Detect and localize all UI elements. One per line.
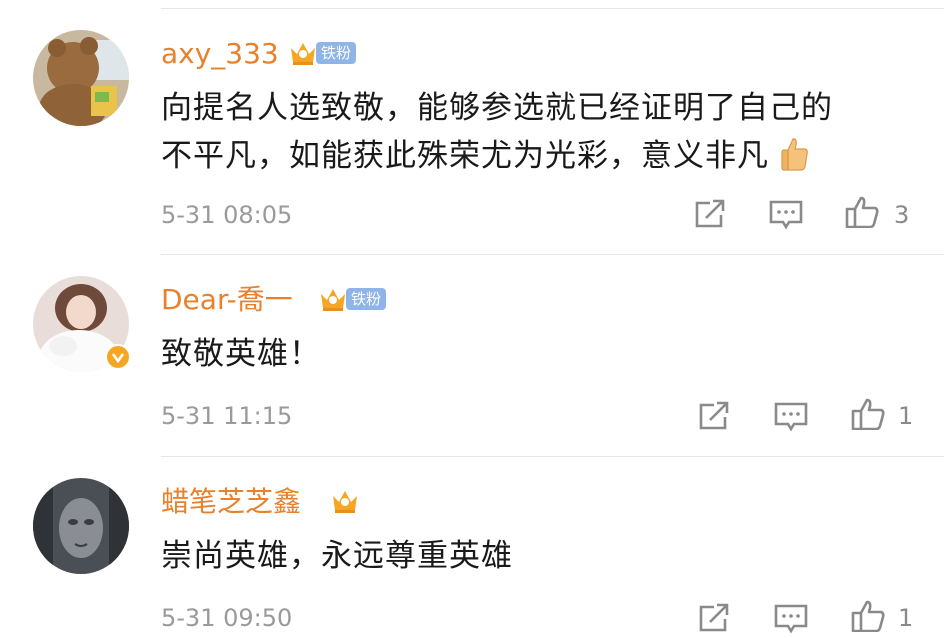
comment-time: 5-31 08:05 (161, 201, 293, 229)
like-count: 1 (898, 402, 914, 430)
badge-group: 铁粉 (288, 38, 357, 68)
like-icon[interactable] (850, 398, 886, 430)
badge-group: 铁粉 (318, 284, 387, 314)
like-count: 1 (898, 604, 914, 632)
comment-text-line: 不平凡，如能获此殊荣尤为光彩，意义非凡 (161, 132, 921, 180)
comment-icon[interactable] (773, 602, 809, 634)
divider (161, 254, 944, 255)
username[interactable]: Dear-喬一 (161, 282, 293, 318)
comment-text-line: 崇尚英雄，永远尊重英雄 (161, 538, 513, 574)
comment-text-line: 向提名人选致敬，能够参选就已经证明了自己的 (161, 90, 833, 126)
comment-text: 致敬英雄！ (161, 330, 921, 378)
comment-text: 向提名人选致敬，能够参选就已经证明了自己的 不平凡，如能获此殊荣尤为光彩，意义非… (161, 84, 921, 180)
comment-time: 5-31 09:50 (161, 604, 293, 632)
avatar[interactable] (33, 276, 131, 372)
thumbs-up-emoji-icon (781, 138, 808, 171)
badge-group (330, 486, 360, 516)
crown-icon (321, 289, 345, 311)
divider (161, 456, 944, 457)
comment-icon[interactable] (768, 198, 804, 230)
fan-badge: 铁粉 (316, 42, 357, 64)
fan-badge: 铁粉 (346, 288, 387, 310)
share-icon[interactable] (696, 400, 732, 432)
like-icon[interactable] (850, 600, 886, 632)
crown-icon (333, 491, 357, 513)
crown-icon (291, 43, 315, 65)
username[interactable]: axy_333 (161, 36, 279, 72)
comment-time: 5-31 11:15 (161, 402, 293, 430)
top-divider (161, 8, 944, 9)
like-icon[interactable] (844, 196, 880, 228)
avatar[interactable] (33, 30, 129, 126)
comment-icon[interactable] (773, 400, 809, 432)
like-count: 3 (894, 201, 910, 229)
verified-badge-icon (105, 344, 131, 370)
share-icon[interactable] (696, 602, 732, 634)
avatar[interactable] (33, 478, 129, 574)
comment-text: 崇尚英雄，永远尊重英雄 (161, 532, 921, 580)
username[interactable]: 蜡笔芝芝鑫 (161, 484, 301, 520)
share-icon[interactable] (692, 198, 728, 230)
comment-text-line: 致敬英雄！ (161, 336, 321, 372)
